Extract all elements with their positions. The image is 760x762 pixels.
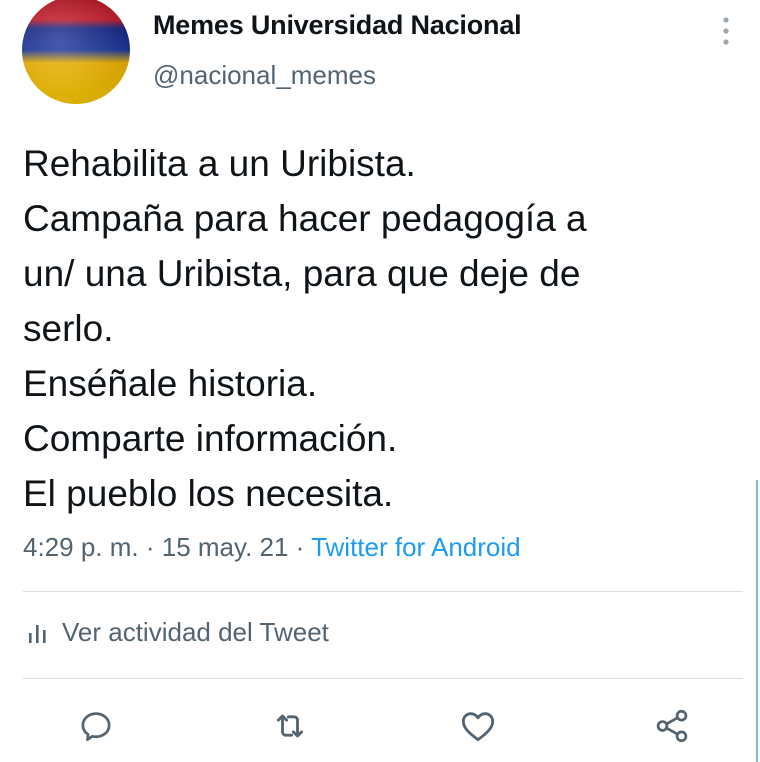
tweet-time[interactable]: 4:29 p. m. (23, 532, 139, 562)
like-button[interactable] (458, 706, 498, 746)
more-options-icon[interactable] (716, 14, 736, 48)
tweet-metadata: 4:29 p. m. · 15 may. 21 · Twitter for An… (23, 532, 521, 563)
tweet-text-line: Campaña para hacer pedagogía a (23, 198, 587, 239)
user-handle[interactable]: @nacional_memes (153, 60, 376, 91)
view-activity-label: Ver actividad del Tweet (62, 617, 329, 647)
avatar[interactable] (22, 0, 130, 104)
share-icon (656, 709, 688, 743)
meta-separator: · (288, 532, 312, 562)
tweet-text-line: Enséñale historia. (23, 363, 318, 404)
tweet-card: Memes Universidad Nacional @nacional_mem… (0, 0, 760, 762)
retweet-button[interactable] (270, 706, 310, 746)
reply-button[interactable] (76, 706, 116, 746)
divider (23, 678, 743, 679)
tweet-text-line: Rehabilita a un Uribista. (23, 143, 416, 184)
divider (23, 591, 743, 592)
flag-avatar-image (22, 0, 130, 104)
meta-separator: · (138, 532, 162, 562)
tweet-text-line: Comparte información. (23, 418, 398, 459)
tweet-date[interactable]: 15 may. 21 (162, 532, 289, 562)
share-button[interactable] (652, 706, 692, 746)
tweet-text-line: un/ una Uribista, para que deje de (23, 253, 581, 294)
tweet-text-line: El pueblo los necesita. (23, 473, 394, 514)
view-activity-button[interactable]: Ver actividad del Tweet (26, 617, 329, 648)
heart-icon (461, 712, 495, 742)
bar-chart-icon (29, 624, 46, 643)
display-name[interactable]: Memes Universidad Nacional (153, 10, 522, 41)
retweet-icon (276, 714, 304, 738)
tweet-text: Rehabilita a un Uribista. Campaña para h… (23, 136, 743, 521)
tweet-text-line: serlo. (23, 308, 114, 349)
scroll-edge (756, 480, 758, 762)
reply-icon (81, 712, 111, 741)
tweet-source-link[interactable]: Twitter for Android (311, 532, 521, 562)
